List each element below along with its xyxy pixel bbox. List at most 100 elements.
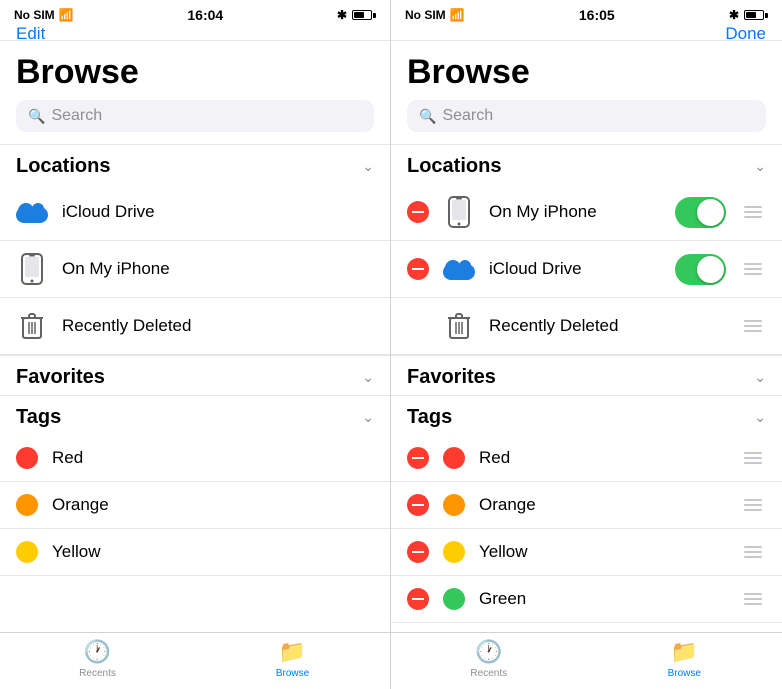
drag-handle-trash[interactable] — [740, 316, 766, 336]
status-right-2: ✱ — [729, 8, 768, 22]
favorites-title-1: Favorites — [16, 366, 105, 389]
tags-section-header-1[interactable]: Tags ⌄ — [0, 395, 390, 435]
chevron-down-icon-favorites-2: ⌄ — [754, 369, 766, 386]
toggle-icloud[interactable] — [675, 254, 726, 285]
tag-red-label-1: Red — [52, 448, 374, 468]
tag-dot-green-2 — [443, 588, 465, 610]
toggle-icloud-knob — [697, 256, 724, 283]
favorites-section-header-1[interactable]: Favorites ⌄ — [0, 355, 390, 395]
tags-title-1: Tags — [16, 406, 61, 429]
list-item-tag-orange-2[interactable]: Orange — [391, 482, 782, 529]
edit-button[interactable]: Edit — [16, 24, 45, 44]
search-bar-1[interactable]: 🔍 Search — [16, 100, 374, 132]
panel-normal: No SIM 📶 16:04 ✱ Edit Browse 🔍 Search Lo… — [0, 0, 391, 689]
iphone-icon-2 — [443, 196, 475, 228]
done-button[interactable]: Done — [725, 24, 766, 44]
list-item-tag-red-2[interactable]: Red — [391, 435, 782, 482]
drag-handle-red[interactable] — [740, 448, 766, 468]
battery-fill-2 — [746, 12, 756, 18]
locations-section-header-2[interactable]: Locations ⌄ — [391, 144, 782, 184]
drag-handle-green[interactable] — [740, 589, 766, 609]
tags-section-header-2[interactable]: Tags ⌄ — [391, 395, 782, 435]
battery-body-2 — [744, 10, 764, 20]
trash-icon-2 — [443, 310, 475, 342]
tab-bar-1: 🕐 Recents 📁 Browse — [0, 632, 390, 689]
content-1: Browse 🔍 Search Locations ⌄ iCloud Drive — [0, 41, 390, 632]
iphone-label-2: On My iPhone — [489, 202, 661, 222]
search-bar-2[interactable]: 🔍 Search — [407, 100, 766, 132]
trash-icon-1 — [16, 310, 48, 342]
panel-edit: No SIM 📶 16:05 ✱ Done Browse 🔍 Search Lo… — [391, 0, 782, 689]
minus-button-orange[interactable] — [407, 494, 429, 516]
list-item-trash-1[interactable]: Recently Deleted — [0, 298, 390, 355]
tab-browse-2[interactable]: 📁 Browse — [587, 639, 782, 679]
browse-label-2: Browse — [668, 668, 701, 679]
list-item-tag-yellow-2[interactable]: Yellow — [391, 529, 782, 576]
iphone-icon-1 — [16, 253, 48, 285]
recents-icon-1: 🕐 — [84, 639, 111, 665]
status-bar-2: No SIM 📶 16:05 ✱ — [391, 0, 782, 28]
minus-button-icloud[interactable] — [407, 258, 429, 280]
recents-label-1: Recents — [79, 668, 116, 679]
recents-icon-2: 🕐 — [475, 639, 502, 665]
list-item-iphone-1[interactable]: On My iPhone — [0, 241, 390, 298]
tag-orange-label-2: Orange — [479, 495, 726, 515]
bluetooth-icon-2: ✱ — [729, 8, 739, 22]
search-icon-1: 🔍 — [28, 108, 45, 125]
tab-browse-1[interactable]: 📁 Browse — [195, 639, 390, 679]
icloud-drive-icon-1 — [16, 196, 48, 228]
list-item-tag-orange-1[interactable]: Orange — [0, 482, 390, 529]
list-item-icloud-1[interactable]: iCloud Drive — [0, 184, 390, 241]
drag-handle-orange[interactable] — [740, 495, 766, 515]
time-2: 16:05 — [579, 7, 615, 23]
search-placeholder-2: Search — [442, 107, 493, 125]
browse-title-2: Browse — [391, 41, 782, 100]
browse-icon-2: 📁 — [671, 639, 698, 665]
list-item-tag-green-2[interactable]: Green — [391, 576, 782, 623]
tag-dot-yellow-2 — [443, 541, 465, 563]
list-item-trash-2[interactable]: Recently Deleted — [391, 298, 782, 355]
drag-handle-yellow[interactable] — [740, 542, 766, 562]
chevron-down-icon-tags-1: ⌄ — [362, 409, 374, 426]
locations-section-header-1[interactable]: Locations ⌄ — [0, 144, 390, 184]
list-item-tag-red-1[interactable]: Red — [0, 435, 390, 482]
minus-button-green[interactable] — [407, 588, 429, 610]
carrier-1: No SIM — [14, 8, 55, 22]
battery-tip-2 — [765, 13, 768, 18]
minus-button-iphone[interactable] — [407, 201, 429, 223]
carrier-2: No SIM — [405, 8, 446, 22]
content-2: Browse 🔍 Search Locations ⌄ On My iPhone — [391, 41, 782, 632]
list-item-tag-yellow-1[interactable]: Yellow — [0, 529, 390, 576]
tag-red-label-2: Red — [479, 448, 726, 468]
list-item-iphone-2[interactable]: On My iPhone — [391, 184, 782, 241]
icloud-label-2: iCloud Drive — [489, 259, 661, 279]
chevron-down-icon-locations-1: ⌄ — [362, 158, 374, 175]
tag-dot-red-2 — [443, 447, 465, 469]
tag-yellow-label-2: Yellow — [479, 542, 726, 562]
tab-recents-1[interactable]: 🕐 Recents — [0, 639, 195, 679]
list-item-icloud-2[interactable]: iCloud Drive — [391, 241, 782, 298]
battery-icon-2 — [744, 10, 768, 20]
search-placeholder-1: Search — [51, 107, 102, 125]
locations-title-2: Locations — [407, 155, 501, 178]
locations-title-1: Locations — [16, 155, 110, 178]
status-left-2: No SIM 📶 — [405, 8, 465, 22]
toggle-iphone-knob — [697, 199, 724, 226]
status-right-1: ✱ — [337, 8, 376, 22]
drag-handle-icloud[interactable] — [740, 259, 766, 279]
nav-bar-2: Done — [391, 28, 782, 41]
wifi-icon-2: 📶 — [450, 8, 465, 22]
tab-recents-2[interactable]: 🕐 Recents — [391, 639, 587, 679]
recently-deleted-label-2: Recently Deleted — [489, 316, 726, 336]
browse-title-1: Browse — [0, 41, 390, 100]
minus-button-red[interactable] — [407, 447, 429, 469]
status-bar-1: No SIM 📶 16:04 ✱ — [0, 0, 390, 28]
chevron-down-icon-favorites-1: ⌄ — [362, 369, 374, 386]
nav-bar-1: Edit — [0, 28, 390, 41]
favorites-section-header-2[interactable]: Favorites ⌄ — [391, 355, 782, 395]
minus-button-yellow[interactable] — [407, 541, 429, 563]
toggle-iphone[interactable] — [675, 197, 726, 228]
iphone-label-1: On My iPhone — [62, 259, 374, 279]
drag-handle-iphone[interactable] — [740, 202, 766, 222]
browse-icon-1: 📁 — [279, 639, 306, 665]
